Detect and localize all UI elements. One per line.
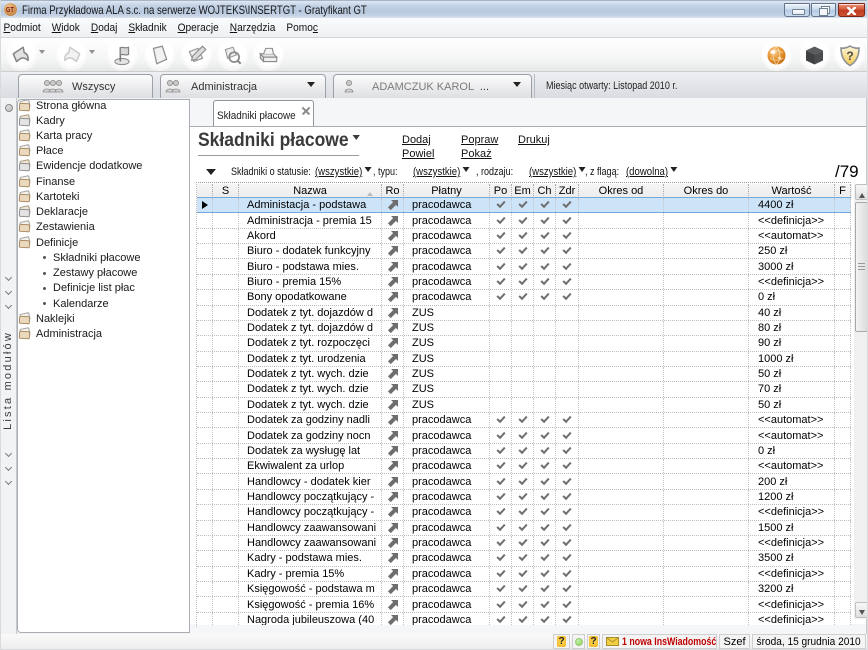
svg-text:?: ? — [846, 49, 853, 63]
